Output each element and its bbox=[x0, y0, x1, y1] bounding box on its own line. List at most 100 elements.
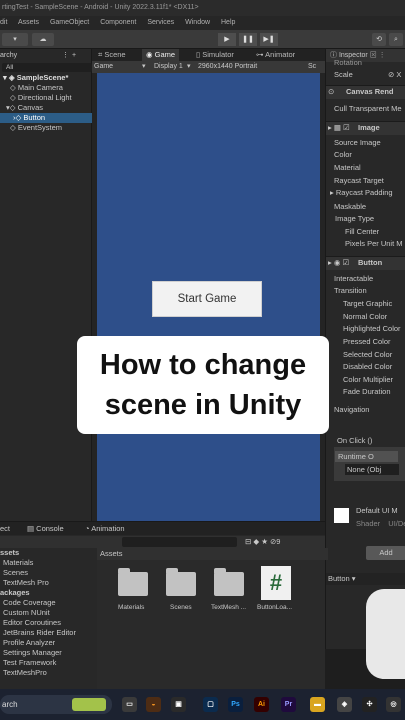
field-raycast-target: Raycast Target bbox=[334, 176, 384, 185]
hierarchy-item-button[interactable]: ›◇ Button bbox=[0, 113, 104, 123]
object-field[interactable]: None (Obj bbox=[345, 464, 399, 475]
menu-component[interactable]: Component bbox=[100, 19, 136, 26]
runtime-dropdown[interactable]: Runtime O bbox=[335, 451, 398, 462]
tree-custom-nunit[interactable]: Custom NUnit bbox=[3, 608, 50, 618]
play-icon[interactable]: ▶ bbox=[218, 33, 236, 46]
scene-label: SampleScene* bbox=[16, 73, 69, 82]
tree-test-framework[interactable]: Test Framework bbox=[3, 658, 56, 668]
material-name: Default UI M bbox=[356, 506, 398, 515]
project-search[interactable] bbox=[122, 537, 237, 547]
field-transition: Transition bbox=[334, 286, 367, 295]
tree-profile-analyzer[interactable]: Profile Analyzer bbox=[3, 638, 55, 648]
window-title: rtingTest - SampleScene - Android - Unit… bbox=[0, 0, 405, 16]
tab-scene[interactable]: ⌗ Scene bbox=[94, 49, 130, 61]
blender-icon[interactable]: ◒ bbox=[146, 697, 161, 712]
field-highlighted-color: Highlighted Color bbox=[343, 324, 401, 333]
field-fill-center: Fill Center bbox=[345, 227, 380, 236]
hierarchy-item-directional-light[interactable]: ◇ Directional Light bbox=[10, 93, 72, 103]
hierarchy-item-canvas[interactable]: ▾◇ Canvas bbox=[6, 103, 43, 113]
image-section[interactable]: ▸ ▦ ☑ Image bbox=[326, 121, 405, 135]
filter-icons[interactable]: ⊟ ◆ ★ ⊘9 bbox=[245, 536, 280, 548]
title-line-2: scene in Unity bbox=[104, 389, 302, 421]
menu-gameobject[interactable]: GameObject bbox=[50, 19, 89, 26]
tab-label: Animator bbox=[265, 50, 296, 59]
hierarchy-search[interactable]: All bbox=[2, 63, 92, 72]
link-icon[interactable]: ⊘ X bbox=[388, 69, 401, 80]
scale-label: Scale bbox=[334, 70, 353, 79]
folder-icon[interactable] bbox=[118, 568, 148, 596]
add-icon[interactable]: + bbox=[72, 49, 76, 62]
tab-animator[interactable]: ⊶ Animator bbox=[252, 49, 299, 61]
unity-icon[interactable]: ◈ bbox=[337, 697, 352, 712]
start-game-button[interactable]: Start Game bbox=[152, 281, 262, 317]
resolution-dropdown[interactable]: 2960x1440 Portrait bbox=[198, 61, 257, 73]
menu-assets[interactable]: Assets bbox=[18, 19, 39, 26]
tree-packages[interactable]: ackages bbox=[0, 588, 30, 598]
hierarchy-tab[interactable]: archy ⋮ + bbox=[0, 49, 91, 62]
display-dropdown[interactable]: Display 1 bbox=[154, 61, 183, 73]
field-fade-duration: Fade Duration bbox=[343, 387, 391, 396]
search-icon[interactable]: ⌕ bbox=[389, 33, 403, 46]
menu-services[interactable]: Services bbox=[147, 19, 174, 26]
folder-icon[interactable] bbox=[214, 568, 244, 596]
hierarchy-item-main-camera[interactable]: ◇ Main Camera bbox=[10, 83, 63, 93]
add-component-button[interactable]: Add bbox=[366, 546, 405, 560]
asset-label: Scenes bbox=[170, 604, 192, 611]
mode-dropdown[interactable]: Game bbox=[94, 61, 113, 73]
tree-textmesh[interactable]: TextMesh Pro bbox=[3, 578, 49, 588]
tab-label: Simulator bbox=[202, 50, 234, 59]
button-section[interactable]: ▸ ◉ ☑ Button bbox=[326, 256, 405, 270]
menu-help[interactable]: Help bbox=[221, 19, 235, 26]
illustrator-icon[interactable]: Ai bbox=[254, 697, 269, 712]
hierarchy-item-eventsystem[interactable]: ◇ EventSystem bbox=[10, 123, 62, 133]
pause-icon[interactable]: ❚❚ bbox=[239, 33, 257, 46]
tree-settings-manager[interactable]: Settings Manager bbox=[3, 648, 62, 658]
tree-jetbrains[interactable]: JetBrains Rider Editor bbox=[3, 628, 76, 638]
assets-breadcrumb[interactable]: Assets bbox=[97, 548, 328, 560]
tree-editor-coroutines[interactable]: Editor Coroutines bbox=[3, 618, 61, 628]
history-icon[interactable]: ⟲ bbox=[372, 33, 386, 46]
asset-label: Materials bbox=[118, 604, 145, 611]
tab-game[interactable]: ◉ Game bbox=[142, 49, 180, 61]
preview-header[interactable]: Button ▾ bbox=[326, 573, 405, 585]
canvas-renderer-section[interactable]: ⊙ Canvas Rend bbox=[326, 85, 405, 99]
tab-simulator[interactable]: ▯ Simulator bbox=[192, 49, 238, 61]
tree-textmeshpro[interactable]: TextMeshPro bbox=[3, 668, 47, 678]
shader-text: Shader bbox=[356, 519, 381, 528]
tree-materials[interactable]: Materials bbox=[3, 558, 33, 568]
menu-edit[interactable]: dit bbox=[0, 19, 7, 26]
tab-console[interactable]: ▤ Console bbox=[27, 522, 64, 535]
field-target-graphic: Target Graphic bbox=[343, 299, 393, 308]
app-icon-3[interactable]: ◎ bbox=[386, 697, 401, 712]
item-label: Directional Light bbox=[17, 93, 72, 102]
photoshop-icon[interactable]: Ps bbox=[228, 697, 243, 712]
cloud-icon[interactable]: ☁ bbox=[32, 33, 54, 46]
chevron-down-icon: ▾ bbox=[142, 63, 146, 70]
more-icon[interactable]: ⋮ bbox=[62, 49, 69, 62]
bottom-tabs: ect ▤ Console ◔ Animation bbox=[0, 522, 325, 535]
tab-animation[interactable]: ◔ Animation bbox=[85, 522, 125, 535]
field-raycast-padding[interactable]: ▸ Raycast Padding bbox=[330, 187, 393, 198]
folder-icon[interactable] bbox=[166, 568, 196, 596]
tree-scenes[interactable]: Scenes bbox=[3, 568, 28, 578]
scale-label[interactable]: Sc bbox=[308, 61, 316, 73]
search-text: arch bbox=[2, 700, 18, 709]
task-view-icon[interactable]: ▭ bbox=[122, 697, 137, 712]
cull-label: Cull Transparent Me bbox=[334, 104, 402, 113]
premiere-icon[interactable]: Pr bbox=[281, 697, 296, 712]
csharp-script-icon[interactable]: # bbox=[261, 566, 291, 600]
scene-item[interactable]: ▾ ◈ SampleScene* bbox=[3, 73, 68, 83]
preview-title: Button bbox=[328, 574, 350, 583]
tree-code-coverage[interactable]: Code Coverage bbox=[3, 598, 56, 608]
tab-project[interactable]: ect bbox=[0, 522, 10, 535]
app-icon[interactable]: ▣ bbox=[171, 697, 186, 712]
step-icon[interactable]: ▶❚ bbox=[260, 33, 278, 46]
menu-window[interactable]: Window bbox=[185, 19, 210, 26]
field-label: Raycast Padding bbox=[335, 188, 393, 197]
shader-label: Shader UI/De bbox=[356, 518, 405, 529]
app-icon-2[interactable]: ✣ bbox=[362, 697, 377, 712]
taskbar-window-icon[interactable]: ▢ bbox=[203, 697, 218, 712]
account-button[interactable]: ▾ bbox=[2, 33, 28, 46]
tree-assets[interactable]: ssets bbox=[0, 548, 19, 558]
file-explorer-icon[interactable]: ▬ bbox=[310, 697, 325, 712]
